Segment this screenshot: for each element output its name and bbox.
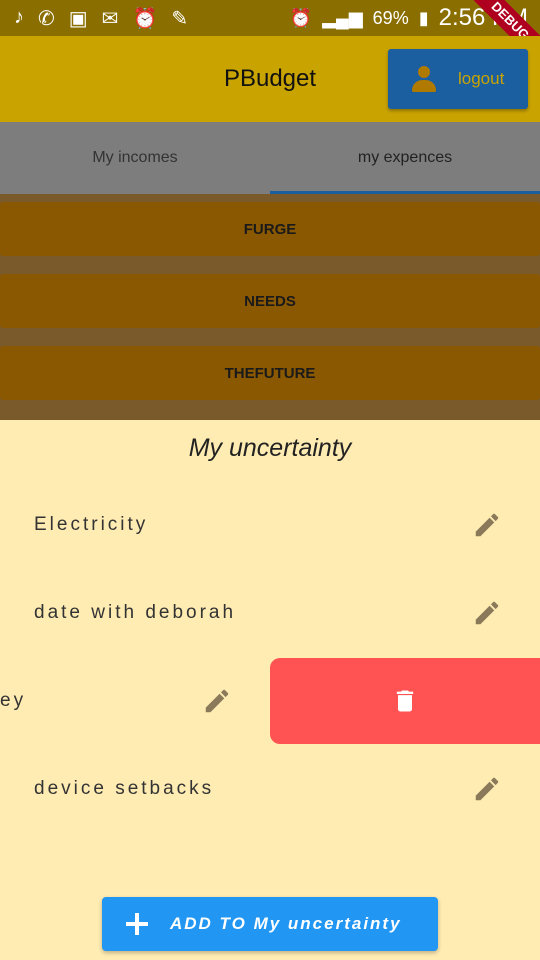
edit-icon[interactable] <box>472 598 502 628</box>
swipe-delete-action[interactable] <box>270 658 540 744</box>
whatsapp-icon: ✆ <box>38 7 55 30</box>
status-bar: ♪ ✆ ▣ ✉ ⏰ ✎ ⏰ ▂▄▆ 69% ▮ 2:56 PM DEBUG <box>0 0 540 72</box>
tab-my-expences[interactable]: my expences <box>270 122 540 194</box>
category-button-needs[interactable]: NEEDS <box>0 274 540 328</box>
edit-icon[interactable] <box>472 774 502 804</box>
category-button-furge[interactable]: FURGE <box>0 202 540 256</box>
item-label: device setbacks <box>34 778 215 799</box>
category-list: FURGE NEEDS THEFUTURE <box>0 194 540 420</box>
sheet-title: My uncertainty <box>188 434 352 462</box>
notification-icons: ♪ ✆ ▣ ✉ ⏰ ✎ <box>0 6 188 31</box>
item-label: Electricity <box>34 514 149 535</box>
app-title: PBudget <box>223 65 317 92</box>
trash-icon <box>396 690 414 712</box>
tab-my-incomes[interactable]: My incomes <box>0 122 270 194</box>
image-icon: ▣ <box>68 7 88 30</box>
item-label: date with deborah <box>34 602 237 623</box>
add-to-list-button[interactable]: ADD TO My uncertainty <box>102 897 438 951</box>
edit-icon[interactable] <box>472 510 502 540</box>
app-bar: PBudget logout <box>0 36 540 122</box>
alarm-icon: ⏰ <box>132 7 158 30</box>
person-icon <box>410 66 438 92</box>
logout-button[interactable]: logout <box>388 49 528 109</box>
battery-icon: ▮ <box>418 7 429 28</box>
mail-icon: ✉ <box>101 7 119 30</box>
alarm-icon: ⏰ <box>289 7 313 28</box>
edit-icon[interactable] <box>202 686 232 716</box>
music-icon: ♪ <box>14 5 24 28</box>
list-item[interactable]: date with deborah <box>0 584 540 644</box>
category-button-thefuture[interactable]: THEFUTURE <box>0 346 540 400</box>
list-item[interactable]: Electricity <box>0 496 540 556</box>
plus-icon <box>124 911 150 937</box>
signal-icon: ▂▄▆ <box>322 7 363 28</box>
add-button-label: ADD TO My uncertainty <box>170 914 402 933</box>
swiped-item-label: ey <box>0 690 27 711</box>
tab-bar: My incomes my expences <box>0 122 540 194</box>
battery-percent: 69% <box>372 7 409 28</box>
pen-icon: ✎ <box>171 7 189 30</box>
list-item[interactable]: device setbacks <box>0 760 540 820</box>
logout-label: logout <box>458 69 505 88</box>
